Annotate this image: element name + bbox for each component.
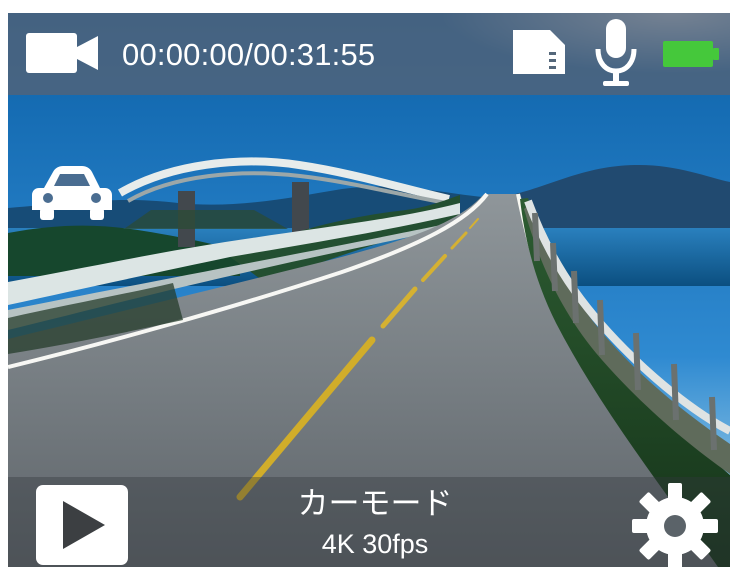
recording-timecode: 00:00:00/00:31:55	[122, 37, 376, 72]
settings-button[interactable]	[632, 483, 718, 567]
car-mode-icon	[32, 166, 112, 220]
play-icon	[63, 501, 105, 549]
microphone-icon	[595, 19, 637, 86]
camera-preview-screen: 00:00:00/00:31:55 カーモード 4K 30fps	[8, 13, 730, 567]
video-camera-icon	[26, 33, 98, 73]
battery-full-icon	[663, 41, 719, 67]
mode-name-label: カーモード	[297, 486, 453, 521]
sd-card-icon	[513, 30, 565, 74]
playback-button[interactable]	[36, 485, 128, 565]
video-resolution-label: 4K 30fps	[321, 529, 429, 559]
